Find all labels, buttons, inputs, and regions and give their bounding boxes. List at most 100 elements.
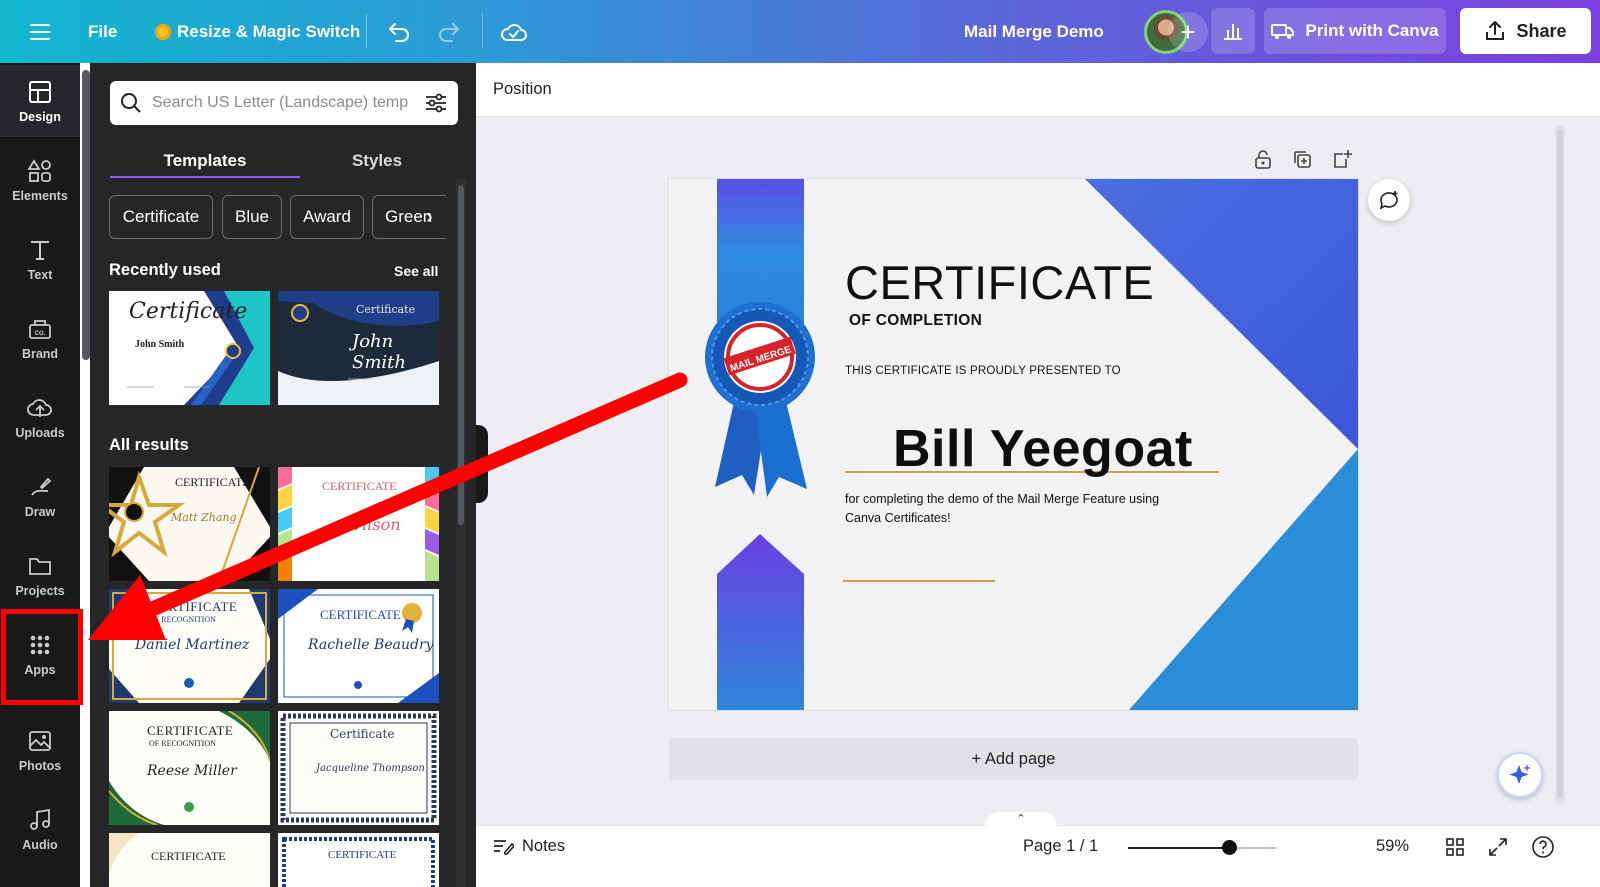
recipient-name[interactable]: Bill Yeegoat: [893, 419, 1193, 479]
hamburger-icon[interactable]: [30, 0, 50, 63]
rail-label: Brand: [21, 346, 59, 361]
active-tab-indicator: [110, 176, 300, 178]
rail-item-design[interactable]: Design: [0, 65, 80, 137]
template-thumbnail[interactable]: CERTIFICATE: [278, 833, 439, 887]
rail-item-draw[interactable]: Draw: [0, 460, 80, 532]
redo-icon[interactable]: [437, 0, 461, 63]
template-thumbnail[interactable]: CERTIFICATE: [109, 833, 270, 887]
template-thumbnail[interactable]: Certificate John Smith: [109, 291, 270, 405]
zoom-level[interactable]: 59%: [1376, 837, 1409, 856]
filter-chip[interactable]: Green: [372, 195, 446, 239]
add-page-button[interactable]: + Add page: [669, 738, 1358, 780]
filter-chip[interactable]: Certificate: [109, 195, 213, 239]
document-title[interactable]: Mail Merge Demo: [964, 0, 1104, 63]
template-thumbnail[interactable]: Certificate John Smith: [278, 291, 439, 405]
file-menu[interactable]: File: [88, 0, 117, 63]
text-icon: [31, 240, 49, 260]
rail-item-text[interactable]: Text: [0, 223, 80, 295]
duplicate-icon[interactable]: [1291, 148, 1313, 170]
tab-styles[interactable]: Styles: [290, 143, 464, 179]
grid-view-icon[interactable]: [1445, 837, 1465, 857]
rail-label: Elements: [12, 188, 68, 203]
notes-button[interactable]: Notes: [492, 836, 565, 856]
sparkle-icon: [1509, 764, 1531, 784]
thumb-script: Daniel Martinez: [135, 637, 250, 653]
resize-button[interactable]: Resize & Magic Switch: [155, 0, 360, 63]
cloud-saved-icon[interactable]: [500, 0, 528, 63]
see-all-link[interactable]: See all: [394, 263, 438, 279]
template-thumbnail[interactable]: CERTIFICATE Matt Zhang: [109, 467, 270, 581]
rail-label: Uploads: [15, 425, 65, 440]
thumb-script: Rachelle Beaudry: [308, 637, 434, 653]
thumb-sub: OF RECOGNITION: [149, 615, 216, 624]
filter-chip[interactable]: Blue: [222, 195, 282, 239]
rail-item-projects[interactable]: Projects: [0, 539, 80, 611]
rail-label: Text: [27, 267, 53, 282]
thumb-title: CERTIFICATE: [328, 849, 397, 861]
thumb-title: Certificate: [330, 727, 395, 741]
comment-plus-icon: [1379, 191, 1398, 210]
design-icon: [29, 80, 51, 103]
thumb-script: John Smith: [352, 331, 406, 373]
thumb-sub: OF RECOGNITION: [149, 739, 216, 748]
analytics-button[interactable]: [1211, 8, 1255, 54]
template-thumbnail[interactable]: Certificate Jacqueline Thompson: [278, 711, 439, 825]
chevron-right-icon[interactable]: ›: [426, 206, 433, 229]
zoom-slider-fill: [1128, 847, 1229, 849]
rail-item-uploads[interactable]: Uploads: [0, 381, 80, 453]
thumb-title: CERTIFICATE: [322, 479, 397, 493]
magic-assistant-button[interactable]: [1497, 752, 1543, 798]
certificate-subtitle[interactable]: OF COMPLETION: [849, 312, 982, 330]
fullscreen-icon[interactable]: [1488, 837, 1508, 857]
certificate-title[interactable]: CERTIFICATE: [845, 255, 1154, 310]
thumb-title: Certificate: [356, 303, 416, 316]
rail-item-brand[interactable]: CO. Brand: [0, 302, 80, 374]
divider: [482, 14, 483, 48]
bar-chart-icon: [1224, 24, 1242, 40]
uploads-icon: [27, 398, 52, 417]
thumb-title: CERTIFICATE: [175, 475, 250, 489]
template-thumbnail[interactable]: CERTIFICATE OF RECOGNITION Daniel Martin…: [109, 589, 270, 703]
thumb-script: Wilson: [346, 515, 401, 534]
position-button[interactable]: Position: [493, 80, 552, 99]
template-search: [110, 81, 458, 125]
thumb-title: CERTIFICATE: [151, 599, 238, 614]
zoom-slider-handle[interactable]: [1221, 840, 1237, 855]
print-with-canva-button[interactable]: Print with Canva: [1264, 8, 1446, 54]
certificate-description[interactable]: for completing the demo of the Mail Merg…: [845, 490, 1175, 528]
certificate-presented-text[interactable]: THIS CERTIFICATE IS PROUDLY PRESENTED TO: [845, 365, 1121, 377]
add-comment-button[interactable]: [1368, 179, 1410, 221]
lock-icon[interactable]: [1252, 148, 1274, 170]
rail-scrollbar[interactable]: [82, 70, 90, 360]
page-indicator[interactable]: Page 1 / 1: [1023, 837, 1098, 856]
rail-label: Draw: [24, 504, 56, 519]
certificate-canvas[interactable]: MAIL MERGE CERTIFICATE OF COMPLETION THI…: [669, 179, 1358, 710]
panel-scrollbar[interactable]: [458, 185, 464, 525]
highlight-box: [1, 609, 83, 705]
brand-icon: CO.: [29, 319, 51, 339]
add-page-icon[interactable]: [1331, 148, 1353, 170]
workspace-scrollbar[interactable]: [1557, 130, 1563, 798]
rail-item-elements[interactable]: Elements: [0, 144, 80, 216]
add-collaborator-button[interactable]: +: [1168, 12, 1208, 52]
template-thumbnail[interactable]: CERTIFICATE OF RECOGNITION Reese Miller: [109, 711, 270, 825]
rail-item-audio[interactable]: Audio: [0, 793, 80, 865]
thumb-script: Matt Zhang: [171, 511, 237, 524]
template-thumbnail[interactable]: CERTIFICATE Rachelle Beaudry: [278, 589, 439, 703]
rail-item-photos[interactable]: Photos: [0, 714, 80, 786]
recently-used-heading: Recently used: [109, 261, 221, 279]
tab-templates[interactable]: Templates: [110, 143, 300, 179]
template-thumbnail[interactable]: CERTIFICATE Wilson: [278, 467, 439, 581]
filter-icon[interactable]: [424, 92, 448, 114]
undo-icon[interactable]: [387, 0, 411, 63]
folder-icon: [29, 557, 51, 575]
templates-panel: Templates Styles Certificate Blue Award …: [90, 63, 476, 887]
filter-chip[interactable]: Award: [290, 195, 364, 239]
elements-icon: [27, 158, 51, 182]
share-button[interactable]: Share: [1460, 8, 1591, 54]
panel-collapse-handle[interactable]: [476, 425, 488, 503]
help-icon[interactable]: [1531, 835, 1555, 859]
chevron-up-icon[interactable]: ⌃: [985, 812, 1057, 826]
context-toolbar: [476, 63, 1600, 117]
search-input[interactable]: [152, 94, 424, 112]
